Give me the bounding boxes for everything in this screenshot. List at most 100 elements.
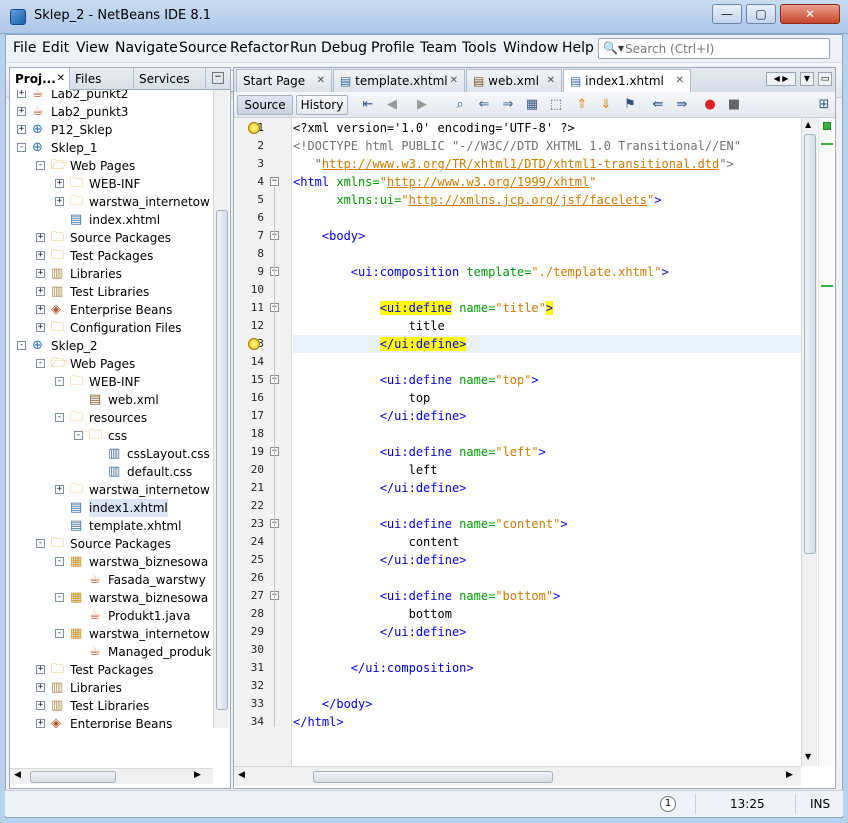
scroll-right-icon[interactable]: ▶	[194, 770, 201, 780]
chevron-down-icon[interactable]: ▼	[800, 72, 814, 86]
tree-item[interactable]: - 🗀 css	[10, 427, 213, 445]
history-view-button[interactable]: History	[296, 95, 348, 115]
collapse-icon[interactable]: -	[17, 341, 26, 350]
menu-debug[interactable]: Debug	[321, 40, 367, 56]
tree-item[interactable]: - ▦ warstwa_biznesowa	[10, 589, 213, 607]
shift-left-icon[interactable]: ⇚	[650, 97, 666, 113]
close-icon[interactable]: ✕	[450, 70, 458, 92]
close-button[interactable]: ✕	[780, 4, 840, 24]
expand-icon[interactable]: +	[36, 665, 45, 674]
scrollbar-thumb[interactable]	[30, 771, 116, 783]
expand-icon[interactable]: +	[36, 269, 45, 278]
menu-run[interactable]: Run	[290, 40, 317, 56]
tree-item[interactable]: ▥ default.css	[10, 463, 213, 481]
tree-item[interactable]: + ▥ Libraries	[10, 679, 213, 697]
find-icon[interactable]: ⌕	[452, 97, 468, 113]
menu-navigate[interactable]: Navigate	[115, 40, 178, 56]
tree-item[interactable]: - 🗀 Source Packages	[10, 535, 213, 553]
tree-item[interactable]: ☕ Managed_produk	[10, 643, 213, 661]
menu-file[interactable]: File	[13, 40, 36, 56]
collapse-icon[interactable]: -	[74, 431, 83, 440]
hint-lightbulb-icon[interactable]	[248, 338, 260, 350]
expand-icon[interactable]: +	[55, 197, 64, 206]
expand-icon[interactable]: +	[36, 251, 45, 260]
tree-item[interactable]: + 🗀 WEB-INF	[10, 175, 213, 193]
expand-icon[interactable]: +	[36, 323, 45, 332]
tree-item[interactable]: ▤ index1.xhtml	[10, 499, 213, 517]
find-previous-icon[interactable]: ⇐	[476, 97, 492, 113]
next-bookmark-icon[interactable]: ⇓	[598, 97, 614, 113]
close-icon[interactable]: ✕	[317, 70, 325, 92]
record-macro-icon[interactable]: ●	[702, 97, 718, 113]
collapse-icon[interactable]: -	[55, 629, 64, 638]
stop-macro-icon[interactable]: ■	[726, 97, 742, 113]
split-editor-icon[interactable]: ⊞	[816, 97, 832, 113]
expand-icon[interactable]: +	[17, 90, 26, 98]
scrollbar-thumb[interactable]	[804, 134, 816, 554]
tree-item[interactable]: ☕ Produkt1.java	[10, 607, 213, 625]
forward-icon[interactable]: ▶	[414, 97, 430, 113]
notifications-icon[interactable]: 1	[660, 796, 676, 812]
source-view-button[interactable]: Source	[237, 95, 293, 115]
shift-right-icon[interactable]: ⇛	[674, 97, 690, 113]
menu-team[interactable]: Team	[420, 40, 457, 56]
minimize-panel-icon[interactable]: −	[212, 72, 224, 84]
tab-files[interactable]: Files	[70, 68, 134, 90]
minimize-button[interactable]: —	[712, 4, 742, 24]
collapse-icon[interactable]: -	[55, 557, 64, 566]
collapse-icon[interactable]: -	[55, 377, 64, 386]
tree-item[interactable]: + 🗀 Source Packages	[10, 229, 213, 247]
collapse-icon[interactable]: -	[55, 593, 64, 602]
tab-template-xhtml[interactable]: ▤ template.xhtml ✕	[333, 69, 465, 92]
tree-item[interactable]: - 🗁 Web Pages	[10, 157, 213, 175]
tree-item[interactable]: - ▦ warstwa_internetow	[10, 625, 213, 643]
menu-source[interactable]: Source	[179, 40, 227, 56]
scroll-left-icon[interactable]: ◀	[14, 770, 21, 780]
close-icon[interactable]: ✕	[57, 68, 65, 90]
previous-bookmark-icon[interactable]: ⇑	[574, 97, 590, 113]
find-next-icon[interactable]: ⇒	[500, 97, 516, 113]
code-area[interactable]: <?xml version='1.0' encoding='UTF-8' ?> <…	[293, 118, 801, 766]
tab-index1-xhtml[interactable]: ▤ index1.xhtml ✕	[563, 69, 691, 93]
collapse-icon[interactable]: -	[17, 143, 26, 152]
tab-start-page[interactable]: Start Page ✕	[236, 69, 332, 92]
expand-icon[interactable]: +	[55, 179, 64, 188]
menu-edit[interactable]: Edit	[42, 40, 69, 56]
error-stripe[interactable]	[818, 118, 834, 766]
expand-icon[interactable]: +	[36, 305, 45, 314]
tree-item[interactable]: + ☕ Lab2_punkt2	[10, 90, 213, 103]
tree-item[interactable]: + ▥ Test Libraries	[10, 697, 213, 715]
menu-profile[interactable]: Profile	[371, 40, 415, 56]
menu-help[interactable]: Help	[562, 40, 594, 56]
expand-icon[interactable]: +	[17, 107, 26, 116]
tree-vertical-scrollbar[interactable]	[213, 90, 229, 728]
tree-item[interactable]: + 🗀 Test Packages	[10, 247, 213, 265]
editor-vertical-scrollbar[interactable]: ▲ ▼	[801, 118, 817, 766]
scroll-right-icon[interactable]: ▶	[786, 770, 793, 780]
tree-item[interactable]: - 🗀 resources	[10, 409, 213, 427]
maximize-button[interactable]: ▢	[746, 4, 776, 24]
tab-web-xml[interactable]: ▤ web.xml ✕	[466, 69, 562, 92]
tree-item[interactable]: + 🗀 Configuration Files	[10, 319, 213, 337]
expand-icon[interactable]: +	[36, 683, 45, 692]
tree-item[interactable]: ▤ template.xhtml	[10, 517, 213, 535]
tree-item[interactable]: ▤ web.xml	[10, 391, 213, 409]
expand-icon[interactable]: +	[36, 701, 45, 710]
scrollbar-thumb[interactable]	[313, 771, 553, 783]
expand-icon[interactable]: +	[17, 125, 26, 134]
toggle-rect-selection-icon[interactable]: ⬚	[548, 97, 564, 113]
expand-icon[interactable]: +	[36, 719, 45, 728]
tree-item[interactable]: + ☕ Lab2_punkt3	[10, 103, 213, 121]
tree-item[interactable]: + ◈ Enterprise Beans	[10, 715, 213, 728]
tree-item[interactable]: + 🗀 Test Packages	[10, 661, 213, 679]
collapse-icon[interactable]: -	[36, 359, 45, 368]
expand-icon[interactable]: +	[36, 287, 45, 296]
menu-window[interactable]: Window	[503, 40, 558, 56]
scroll-left-icon[interactable]: ◀	[238, 770, 245, 780]
toggle-bookmark-icon[interactable]: ⚑	[622, 97, 638, 113]
fold-collapse-icon[interactable]: −	[270, 177, 279, 186]
editor-horizontal-scrollbar[interactable]: ◀ ▶	[234, 766, 801, 786]
tree-item[interactable]: + ⊕ P12_Sklep	[10, 121, 213, 139]
tree-item[interactable]: + 🗀 warstwa_internetow	[10, 193, 213, 211]
collapse-icon[interactable]: -	[55, 413, 64, 422]
